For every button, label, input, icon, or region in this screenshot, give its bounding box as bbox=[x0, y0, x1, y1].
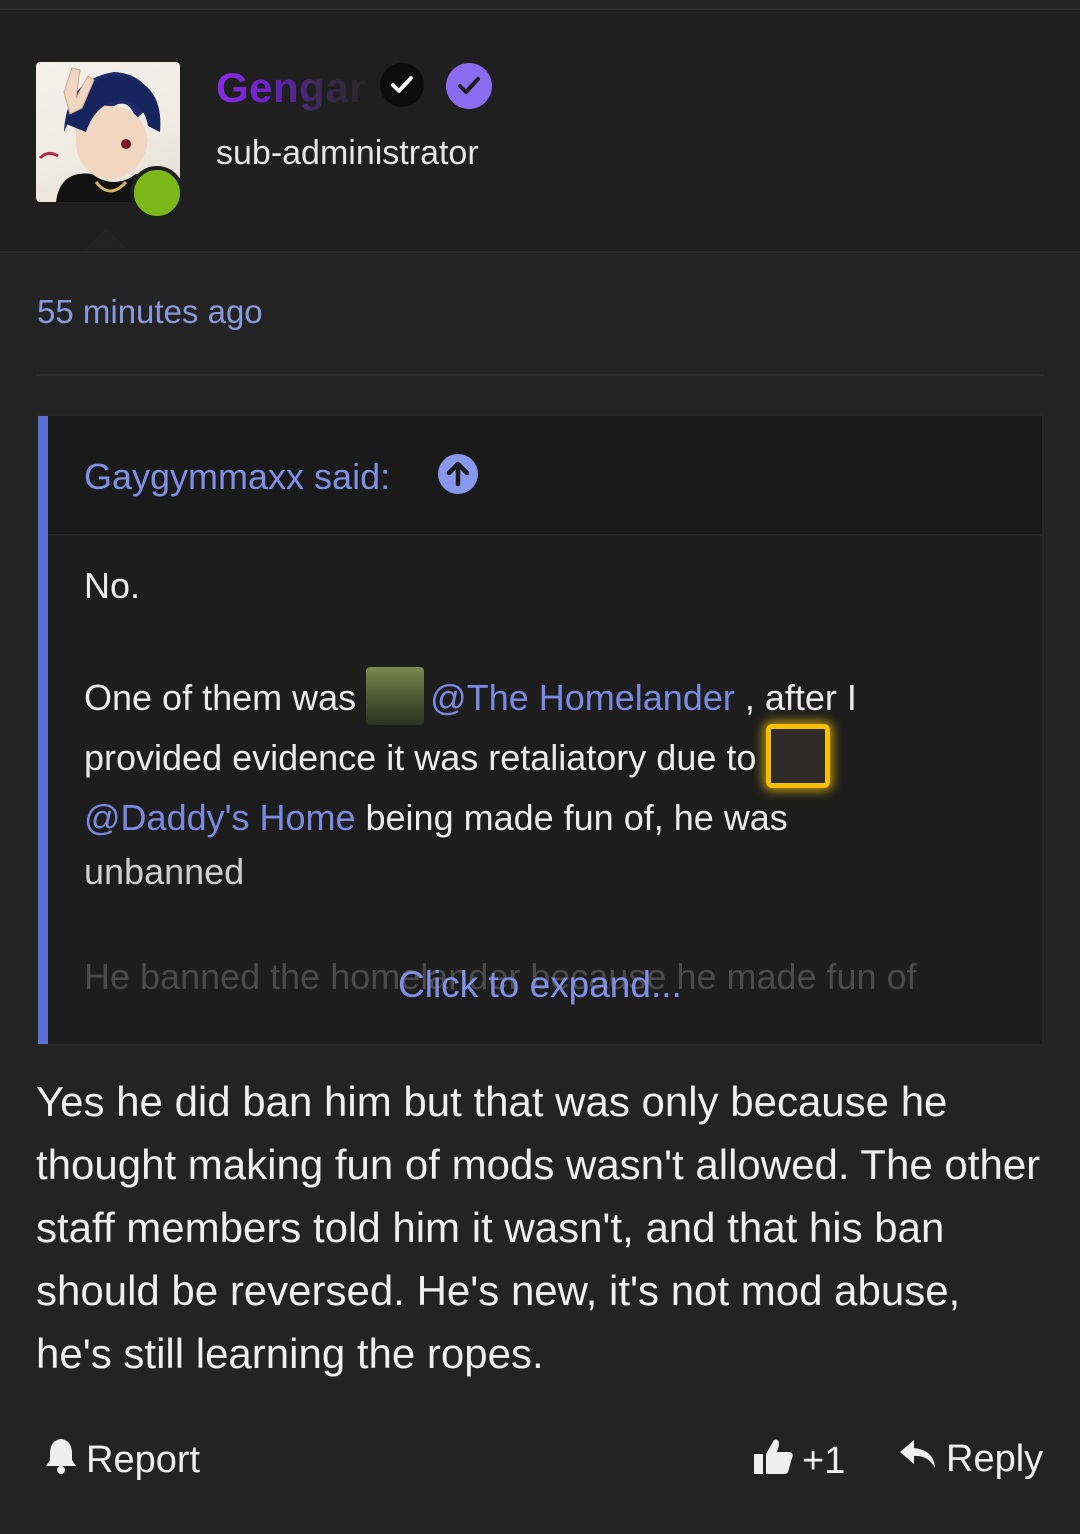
mention-link[interactable]: @The Homelander bbox=[430, 677, 735, 718]
bell-icon bbox=[44, 1436, 78, 1484]
header-pointer bbox=[84, 228, 128, 250]
like-button[interactable]: +1 bbox=[752, 1436, 845, 1486]
quote-line: No. bbox=[84, 565, 141, 606]
post-timestamp[interactable]: 55 minutes ago bbox=[37, 293, 263, 331]
quote-text: being made fun of, he was bbox=[355, 797, 788, 838]
quote-text: , after I bbox=[744, 677, 857, 718]
quote-line: unbanned bbox=[84, 851, 245, 892]
username[interactable]: Gengar bbox=[216, 64, 366, 112]
quote-header: Gaygymmaxx said: bbox=[48, 416, 1042, 536]
user-title: sub-administrator bbox=[216, 134, 479, 172]
expand-quote-link[interactable]: Click to expand... bbox=[398, 964, 682, 1006]
report-button[interactable]: Report bbox=[44, 1436, 200, 1484]
like-count: +1 bbox=[802, 1439, 846, 1482]
thumbs-up-icon bbox=[752, 1436, 794, 1486]
avatar[interactable] bbox=[36, 62, 184, 220]
verified-purple-icon[interactable] bbox=[446, 63, 492, 109]
post-actions: Report +1 Reply bbox=[0, 1428, 1080, 1488]
mention-link[interactable]: @Daddy's Home bbox=[84, 797, 356, 838]
quote-text: One of them was bbox=[84, 677, 357, 718]
quote-accent-bar bbox=[38, 416, 48, 1044]
reply-button[interactable]: Reply bbox=[898, 1436, 1043, 1482]
online-status-icon bbox=[130, 166, 184, 220]
reply-arrow-icon bbox=[898, 1436, 938, 1482]
quote-line: One of them was @The Homelander , after … bbox=[84, 667, 857, 729]
arrow-up-circle-icon[interactable] bbox=[438, 454, 478, 494]
verified-black-icon[interactable] bbox=[380, 63, 424, 107]
post-body: Yes he did ban him but that was only bec… bbox=[36, 1078, 1041, 1377]
quote-author[interactable]: Gaygymmaxx said: bbox=[84, 456, 390, 498]
report-label: Report bbox=[86, 1438, 201, 1481]
reply-label: Reply bbox=[946, 1437, 1044, 1480]
homelander-avatar-icon[interactable] bbox=[366, 667, 425, 726]
quote-line: @Daddy's Home being made fun of, he was bbox=[84, 788, 788, 848]
quote-text: provided evidence it was retaliatory due… bbox=[84, 737, 757, 778]
quote-block: Gaygymmaxx said: No. One of them was @Th… bbox=[36, 414, 1044, 1046]
daddys-home-avatar-icon[interactable] bbox=[766, 724, 831, 789]
quote-line: provided evidence it was retaliatory due… bbox=[84, 724, 836, 792]
divider bbox=[36, 374, 1044, 376]
post-header: Gengar sub-administrator bbox=[0, 10, 1080, 253]
